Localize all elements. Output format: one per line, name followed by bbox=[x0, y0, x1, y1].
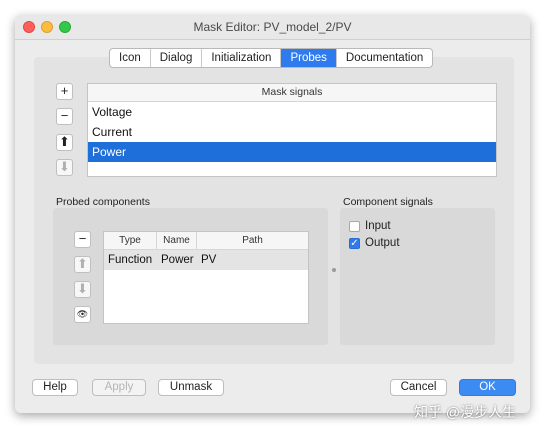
mask-signal-row-power[interactable]: Power bbox=[88, 142, 496, 162]
apply-button[interactable]: Apply bbox=[92, 379, 146, 396]
mask-signals-table: Mask signals Voltage Current Power bbox=[87, 83, 497, 177]
mask-signal-row-current[interactable]: Current bbox=[88, 122, 496, 142]
tab-initialization[interactable]: Initialization bbox=[202, 49, 282, 67]
unmask-button[interactable]: Unmask bbox=[158, 379, 224, 396]
cancel-button[interactable]: Cancel bbox=[390, 379, 447, 396]
probed-components-label: Probed components bbox=[56, 196, 150, 208]
help-button[interactable]: Help bbox=[32, 379, 78, 396]
probed-table-header: Type Name Path bbox=[104, 232, 308, 250]
input-checkbox[interactable] bbox=[349, 220, 360, 232]
remove-probe-button[interactable]: − bbox=[74, 231, 91, 248]
tab-probes[interactable]: Probes bbox=[281, 49, 337, 67]
watermark: 知乎 @漫步人生 bbox=[414, 404, 517, 420]
tab-documentation[interactable]: Documentation bbox=[337, 49, 432, 67]
title-bar: Mask Editor: PV_model_2/PV bbox=[15, 15, 530, 40]
cell-type: Function bbox=[108, 254, 153, 266]
tab-icon[interactable]: Icon bbox=[110, 49, 151, 67]
mask-signal-row-voltage[interactable]: Voltage bbox=[88, 102, 496, 122]
window-title: Mask Editor: PV_model_2/PV bbox=[193, 20, 352, 34]
input-checkbox-row[interactable]: Input bbox=[349, 220, 391, 232]
add-signal-button[interactable]: + bbox=[56, 83, 73, 100]
table-row[interactable]: Function Power PV bbox=[104, 250, 308, 270]
output-checkbox[interactable]: ✓ bbox=[349, 237, 360, 249]
column-type: Type bbox=[104, 232, 157, 249]
output-checkbox-row[interactable]: ✓ Output bbox=[349, 237, 400, 249]
input-checkbox-label: Input bbox=[365, 220, 391, 232]
cell-name: Power bbox=[161, 254, 194, 266]
column-path: Path bbox=[242, 235, 263, 246]
cell-path: PV bbox=[201, 254, 217, 266]
ok-button[interactable]: OK bbox=[459, 379, 516, 396]
view-probe-icon[interactable]: 👁 bbox=[74, 306, 91, 323]
move-signal-down-button[interactable]: ⬇ bbox=[56, 159, 73, 176]
mask-editor-window: Mask Editor: PV_model_2/PV Icon Dialog I… bbox=[15, 15, 530, 413]
move-probe-up-button[interactable]: ⬆ bbox=[74, 256, 91, 273]
mask-signals-header: Mask signals bbox=[88, 84, 496, 102]
column-name: Name bbox=[157, 232, 197, 249]
output-checkbox-label: Output bbox=[365, 237, 400, 249]
component-signals-label: Component signals bbox=[343, 196, 433, 208]
tab-bar: Icon Dialog Initialization Probes Docume… bbox=[109, 48, 434, 68]
move-signal-up-button[interactable]: ⬆ bbox=[56, 134, 73, 151]
splitter-handle[interactable] bbox=[332, 268, 336, 272]
remove-signal-button[interactable]: − bbox=[56, 108, 73, 125]
probed-components-table: Type Name Path Function Power PV bbox=[103, 231, 309, 324]
tab-dialog[interactable]: Dialog bbox=[151, 49, 203, 67]
move-probe-down-button[interactable]: ⬇ bbox=[74, 281, 91, 298]
